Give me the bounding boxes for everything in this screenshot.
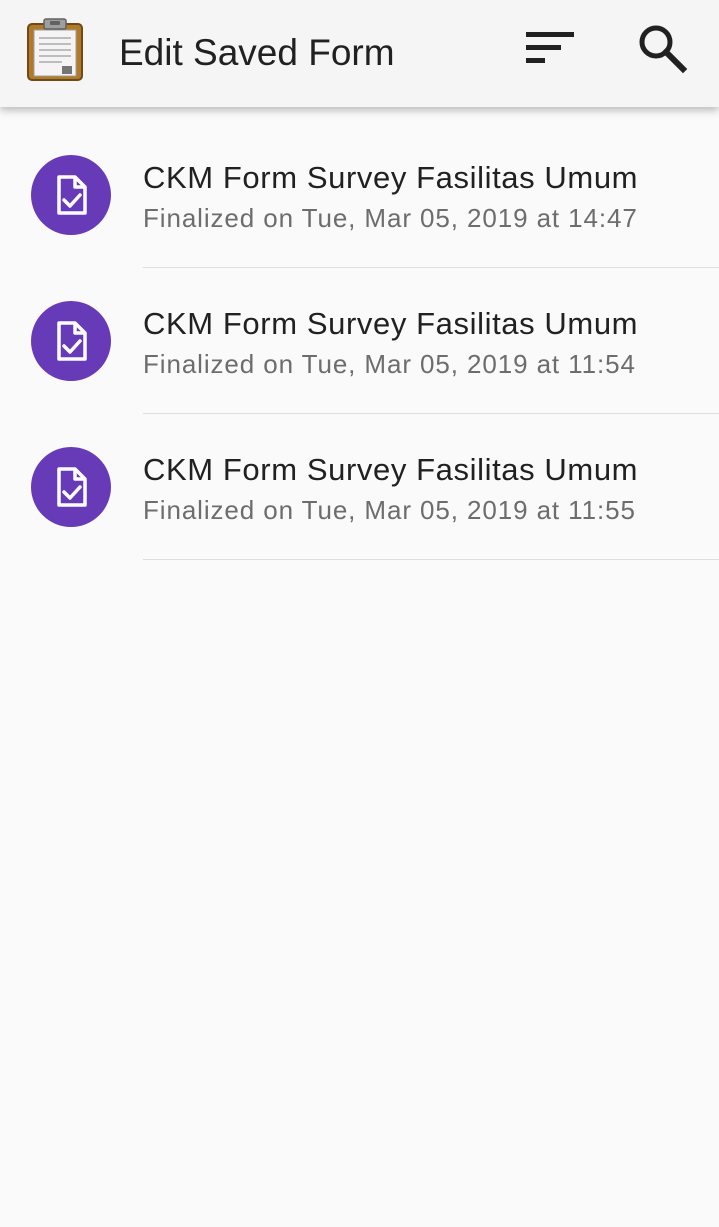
form-name: CKM Form Survey Fasilitas Umum — [143, 306, 639, 341]
form-status: Finalized on Tue, Mar 05, 2019 at 14:47 — [143, 203, 638, 233]
form-status: Finalized on Tue, Mar 05, 2019 at 11:54 — [143, 349, 636, 379]
form-finalized-icon — [31, 155, 111, 235]
form-status: Finalized on Tue, Mar 05, 2019 at 11:55 — [143, 495, 636, 525]
saved-forms-list: CKM Form Survey Fasilitas Umum Finalized… — [0, 122, 719, 560]
list-item[interactable]: CKM Form Survey Fasilitas Umum Finalized… — [0, 122, 719, 268]
form-name: CKM Form Survey Fasilitas Umum — [143, 452, 639, 487]
clipboard-icon — [26, 18, 84, 82]
divider — [143, 559, 719, 560]
list-item[interactable]: CKM Form Survey Fasilitas Umum Finalized… — [0, 268, 719, 414]
page-title: Edit Saved Form — [119, 32, 395, 73]
search-icon — [636, 22, 688, 79]
form-name: CKM Form Survey Fasilitas Umum — [143, 160, 639, 195]
app-screen: Edit Saved Form CKM Form Survey Fasilita… — [0, 0, 719, 1227]
form-finalized-icon — [31, 447, 111, 527]
app-toolbar: Edit Saved Form — [0, 0, 719, 107]
sort-button[interactable] — [522, 22, 578, 78]
form-finalized-icon — [31, 301, 111, 381]
list-item[interactable]: CKM Form Survey Fasilitas Umum Finalized… — [0, 414, 719, 560]
sort-icon — [524, 28, 576, 73]
search-button[interactable] — [634, 22, 690, 78]
